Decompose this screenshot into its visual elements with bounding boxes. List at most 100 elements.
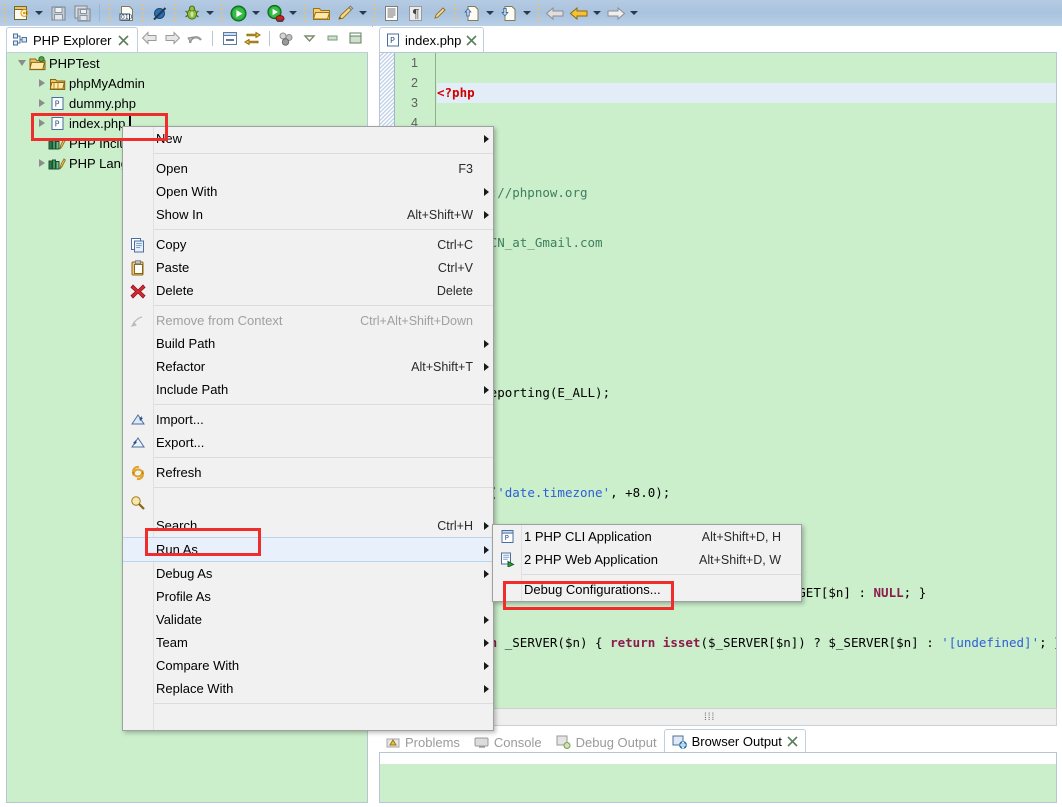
forward-arrow-icon[interactable]: [605, 2, 627, 24]
tab-debug-output[interactable]: Debug Output: [549, 731, 664, 753]
twisty-collapsed-icon[interactable]: [35, 93, 48, 113]
back-yellow-dropdown-arrow[interactable]: [591, 2, 602, 24]
menu-item-run-as[interactable]: Search... Ctrl+H: [123, 514, 493, 537]
browser-output-panel[interactable]: [379, 752, 1057, 803]
menu-item-open[interactable]: Open F3: [123, 157, 493, 180]
menu-item-export[interactable]: Export...: [123, 431, 493, 454]
debug-as-submenu[interactable]: P 1 PHP CLI Application Alt+Shift+D, H 2…: [492, 524, 802, 602]
submenu-item-php-web-application[interactable]: 2 PHP Web Application Alt+Shift+D, W: [493, 548, 801, 571]
menu-separator: [153, 404, 493, 405]
menu-item-import[interactable]: Import...: [123, 408, 493, 431]
toolbar-drag-handle-6[interactable]: [303, 3, 306, 23]
back-gray-arrow-icon[interactable]: [544, 2, 566, 24]
menu-item-search[interactable]: [123, 491, 493, 514]
twisty-collapsed-icon[interactable]: [35, 73, 48, 93]
php-file-icon: P: [48, 114, 66, 132]
close-x-icon[interactable]: [117, 34, 129, 46]
debug-bug-icon[interactable]: [181, 2, 203, 24]
menu-item-profile-as[interactable]: Debug As: [123, 562, 493, 585]
menu-item-label: Compare With: [156, 658, 240, 673]
maximize-icon[interactable]: [345, 28, 366, 48]
folder-package-icon: [48, 74, 66, 92]
debug-output-icon: [556, 735, 571, 749]
menu-item-replace-with[interactable]: Compare With: [123, 654, 493, 677]
save-all-icon[interactable]: [71, 2, 93, 24]
open-folder-icon[interactable]: [310, 2, 332, 24]
new-wizard-icon[interactable]: [10, 2, 32, 24]
menu-item-team[interactable]: Validate: [123, 608, 493, 631]
context-menu[interactable]: New Open F3 Open With Show In Alt+Shift+…: [122, 126, 494, 731]
export-dropdown-arrow[interactable]: [521, 2, 532, 24]
menu-item-source[interactable]: Replace With: [123, 677, 493, 700]
forward-nav-icon[interactable]: [162, 28, 183, 48]
close-x-icon[interactable]: [466, 34, 477, 46]
toolbar-drag-handle-8[interactable]: [454, 3, 457, 23]
tab-browser-output[interactable]: Browser Output: [663, 729, 806, 753]
toolbar-drag-handle-2[interactable]: [108, 3, 111, 23]
menu-item-open-with[interactable]: Open With: [123, 180, 493, 203]
code-text[interactable]: <?php /* http://phpnow.org YinzCN_at_Gma…: [437, 53, 1056, 708]
menu-item-properties[interactable]: [123, 707, 493, 730]
close-x-icon[interactable]: [787, 736, 798, 747]
twisty-expanded-icon[interactable]: [15, 53, 28, 73]
submenu-item-debug-configurations[interactable]: Debug Configurations...: [493, 578, 801, 601]
toggle-numbers-icon[interactable]: 010: [115, 2, 137, 24]
menu-item-include-path[interactable]: Include Path: [123, 378, 493, 401]
pencil-icon[interactable]: [334, 2, 356, 24]
menu-item-validate[interactable]: Profile As: [123, 585, 493, 608]
pencil-dropdown-arrow[interactable]: [357, 2, 368, 24]
menu-item-refresh[interactable]: Refresh: [123, 461, 493, 484]
link-with-editor-icon[interactable]: [242, 28, 263, 48]
toolbar-drag-handle[interactable]: [3, 3, 6, 23]
toolbar-drag-handle-3[interactable]: [141, 3, 144, 23]
outline-icon[interactable]: [380, 2, 402, 24]
menu-item-debug-as[interactable]: Run As: [123, 537, 493, 562]
tab-php-explorer[interactable]: PHP Explorer: [6, 27, 138, 52]
menu-item-copy[interactable]: Copy Ctrl+C: [123, 233, 493, 256]
tree-item-phptest[interactable]: PHPTest: [7, 53, 367, 73]
pilcrow-icon[interactable]: ¶: [404, 2, 426, 24]
import-dropdown-arrow[interactable]: [484, 2, 495, 24]
back-yellow-arrow-icon[interactable]: [568, 2, 590, 24]
menu-item-refactor[interactable]: Refactor Alt+Shift+T: [123, 355, 493, 378]
toolbar-drag-handle-5[interactable]: [220, 3, 223, 23]
profile-dropdown-arrow[interactable]: [287, 2, 298, 24]
run-dropdown-arrow[interactable]: [250, 2, 261, 24]
brush-icon[interactable]: [428, 2, 450, 24]
skip-breakpoints-icon[interactable]: [148, 2, 170, 24]
import-arrow-icon[interactable]: [461, 2, 483, 24]
profile-icon[interactable]: [264, 2, 286, 24]
menu-item-build-path[interactable]: Build Path: [123, 332, 493, 355]
tree-item-phpmyadmin[interactable]: phpMyAdmin: [7, 73, 367, 93]
tree-item-dummy-php[interactable]: P dummy.php: [7, 93, 367, 113]
library-icon: [48, 134, 66, 152]
tab-problems[interactable]: Problems: [379, 731, 467, 753]
minimize-icon[interactable]: [322, 28, 343, 48]
collapse-all-icon[interactable]: [219, 28, 240, 48]
up-nav-icon[interactable]: [185, 28, 206, 48]
new-dropdown-arrow[interactable]: [33, 2, 44, 24]
view-menu-icon[interactable]: [299, 28, 320, 48]
tab-console[interactable]: Console: [467, 731, 549, 753]
menu-item-new[interactable]: New: [123, 127, 493, 150]
menu-item-paste[interactable]: Paste Ctrl+V: [123, 256, 493, 279]
menu-item-show-in[interactable]: Show In Alt+Shift+W: [123, 203, 493, 226]
twisty-collapsed-icon[interactable]: [35, 153, 48, 173]
forward-dropdown-arrow[interactable]: [628, 2, 639, 24]
menu-item-compare-with[interactable]: Team: [123, 631, 493, 654]
menu-item-delete[interactable]: Delete Delete: [123, 279, 493, 302]
tree-label: PHPTest: [49, 55, 100, 71]
save-icon[interactable]: [47, 2, 69, 24]
run-icon[interactable]: [227, 2, 249, 24]
tab-index-php[interactable]: P index.php: [379, 27, 485, 52]
twisty-collapsed-icon[interactable]: [35, 113, 48, 133]
paste-icon: [123, 256, 153, 279]
back-nav-icon[interactable]: [139, 28, 160, 48]
debug-dropdown-arrow[interactable]: [204, 2, 215, 24]
export-arrow-icon[interactable]: [498, 2, 520, 24]
toolbar-drag-handle-9[interactable]: [537, 3, 540, 23]
filters-icon[interactable]: [276, 28, 297, 48]
toolbar-drag-handle-4[interactable]: [174, 3, 177, 23]
toolbar-drag-handle-7[interactable]: [373, 3, 376, 23]
submenu-item-php-cli-application[interactable]: P 1 PHP CLI Application Alt+Shift+D, H: [493, 525, 801, 548]
